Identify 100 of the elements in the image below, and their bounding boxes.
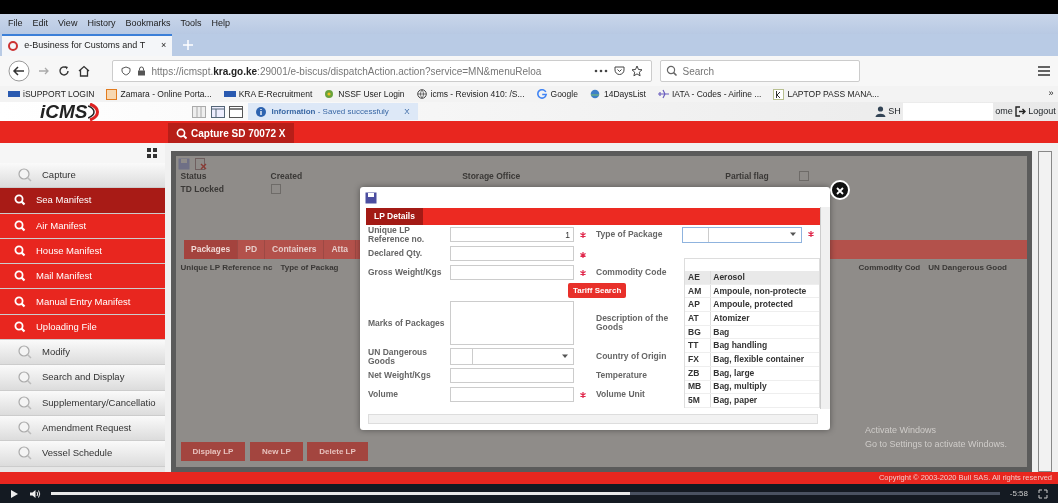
close-icon <box>836 186 844 195</box>
delete-document-icon[interactable] <box>194 158 207 171</box>
tab[interactable]: Packages <box>184 240 239 260</box>
user-name: SH <box>888 104 901 118</box>
dropdown-option[interactable]: AT Atomizer <box>685 312 819 326</box>
sidebar-item[interactable]: Sea Manifest <box>0 188 165 214</box>
sidebar-item[interactable]: Uploading File <box>0 314 165 341</box>
bookmark-link[interactable]: NSSF User Login <box>324 87 405 101</box>
dropdown-option[interactable]: TT Bag handling <box>685 339 819 354</box>
menu-item[interactable]: View <box>58 17 78 31</box>
search-icon <box>14 295 26 308</box>
search-icon <box>14 194 26 207</box>
action-button[interactable]: Display LP <box>180 442 246 461</box>
logout-icon[interactable] <box>1014 106 1026 117</box>
bookmark-link[interactable]: iSUPPORT LOGIN <box>8 87 95 101</box>
checkbox[interactable] <box>798 171 809 182</box>
field-label: Gross Weight/Kgs <box>368 267 443 277</box>
field-label: Marks of Packages <box>368 318 446 328</box>
bookmark-link[interactable]: IATA - Codes - Airline ... <box>658 87 762 101</box>
google-icon <box>536 88 548 100</box>
dropdown-option[interactable]: AE Aerosol <box>685 271 819 285</box>
layout-grid-icon[interactable] <box>192 105 206 118</box>
home-icon[interactable] <box>78 65 90 77</box>
dropdown-option[interactable]: AM Ampoule, non-protecte <box>685 284 819 299</box>
address-bar[interactable]: https://icmspt.kra.go.ke:29001/e-biscus/dispatchAction.action?service=MN&menuReloa <box>111 60 652 82</box>
close-tab-button[interactable]: × <box>161 39 167 53</box>
dropdown-option[interactable]: FX Bag, flexible container <box>685 353 819 367</box>
close-notification[interactable]: X <box>404 105 410 118</box>
field-label: Commodity Code <box>596 267 668 277</box>
window-icon[interactable] <box>229 105 243 118</box>
bookmark-link[interactable]: Zamara - Online Porta... <box>106 87 212 101</box>
search-field[interactable]: Search <box>659 60 860 82</box>
dropdown-option[interactable]: MB Bag, multiply <box>685 380 819 395</box>
reload-icon[interactable] <box>58 65 70 77</box>
grid-icon[interactable] <box>147 148 157 158</box>
more-icon[interactable] <box>593 69 608 73</box>
menu-item[interactable]: Edit <box>32 17 49 31</box>
open-tab[interactable]: Capture SD 70072 X <box>168 123 294 143</box>
combo-box[interactable] <box>682 226 802 243</box>
action-button[interactable]: Delete LP <box>307 442 368 461</box>
menu-icon[interactable] <box>1038 66 1050 76</box>
scrollbar[interactable] <box>820 207 830 409</box>
play-icon[interactable] <box>10 488 19 499</box>
menu-item[interactable]: Tools <box>180 17 202 31</box>
sidebar-item[interactable]: Mail Manifest <box>0 264 165 290</box>
browser-tab[interactable]: e-Business for Customs and T × <box>2 34 173 56</box>
sidebar-item[interactable]: Amendment Request <box>0 415 165 442</box>
bookmark-link[interactable]: 14DaysList <box>589 87 646 101</box>
menu-item[interactable]: Help <box>211 17 230 31</box>
checkbox[interactable] <box>270 184 281 195</box>
bookmark-link[interactable]: icms - Revision 410: /S... <box>416 87 525 101</box>
layout-panel-icon[interactable] <box>210 105 225 118</box>
dropdown-option[interactable]: 5M Bag, paper <box>685 394 819 408</box>
volume-icon[interactable] <box>29 488 41 499</box>
overflow-chevron[interactable]: » <box>1048 87 1058 101</box>
search-icon <box>14 245 26 258</box>
back-icon[interactable] <box>8 60 30 82</box>
text-area[interactable] <box>450 301 574 345</box>
bookmark-link[interactable]: LAPTOP PASS MANA... <box>773 87 880 101</box>
logout-link[interactable]: Logout <box>1028 104 1058 119</box>
input-field[interactable] <box>450 246 574 261</box>
input-field[interactable] <box>450 264 574 280</box>
input-field[interactable] <box>450 368 574 383</box>
dropdown-option[interactable]: AP Ampoule, protected <box>685 298 819 313</box>
scrollbar[interactable] <box>1038 151 1052 472</box>
field-label: Status <box>180 169 208 183</box>
pocket-icon[interactable] <box>613 66 625 76</box>
sidebar-item[interactable]: House Manifest <box>0 238 165 265</box>
field-value: Created <box>270 169 303 183</box>
star-icon[interactable] <box>630 65 643 77</box>
menu-item[interactable]: Bookmarks <box>125 17 171 31</box>
tab[interactable]: LP Details <box>366 208 423 225</box>
column-header: Commodity Cod <box>858 261 921 274</box>
new-tab-icon[interactable] <box>182 39 195 51</box>
sidebar-item[interactable]: Search and Display <box>0 365 165 391</box>
forward-icon[interactable] <box>38 65 50 77</box>
input-field[interactable] <box>450 386 574 402</box>
fullscreen-icon[interactable] <box>1038 488 1048 499</box>
column-header: UN Dangerous Good <box>928 261 1007 274</box>
dropdown-option[interactable]: ZB Bag, large <box>685 366 819 381</box>
time-remaining: -5:58 <box>1009 487 1028 500</box>
bookmark-link[interactable]: Google <box>536 87 578 101</box>
input-field[interactable]: 1 <box>450 227 574 242</box>
home-link[interactable]: ome <box>995 104 1013 119</box>
column-header: Type of Packag <box>280 261 339 274</box>
dropdown-option[interactable]: BG Bag <box>685 325 819 340</box>
action-button[interactable]: New LP <box>249 442 303 461</box>
sidebar-item[interactable]: Capture <box>0 163 165 189</box>
field-label: UN Dangerous Goods <box>368 347 429 366</box>
sidebar-item[interactable]: Manual Entry Manifest <box>0 289 165 315</box>
save-icon[interactable] <box>364 192 377 205</box>
sidebar-item[interactable]: Vessel Schedule <box>0 441 165 467</box>
menu-item[interactable]: File <box>8 17 23 31</box>
sidebar-item[interactable]: Air Manifest <box>0 213 165 239</box>
bookmark-link[interactable]: KRA E-Recruitment <box>223 87 313 101</box>
dropdown-field[interactable] <box>450 348 574 365</box>
sidebar-item[interactable]: Modify <box>0 340 165 366</box>
sidebar-item[interactable]: Supplementary/Cancellatio <box>0 390 165 416</box>
menu-item[interactable]: History <box>87 17 116 31</box>
tariff-search-button[interactable]: Tariff Search <box>568 283 627 298</box>
